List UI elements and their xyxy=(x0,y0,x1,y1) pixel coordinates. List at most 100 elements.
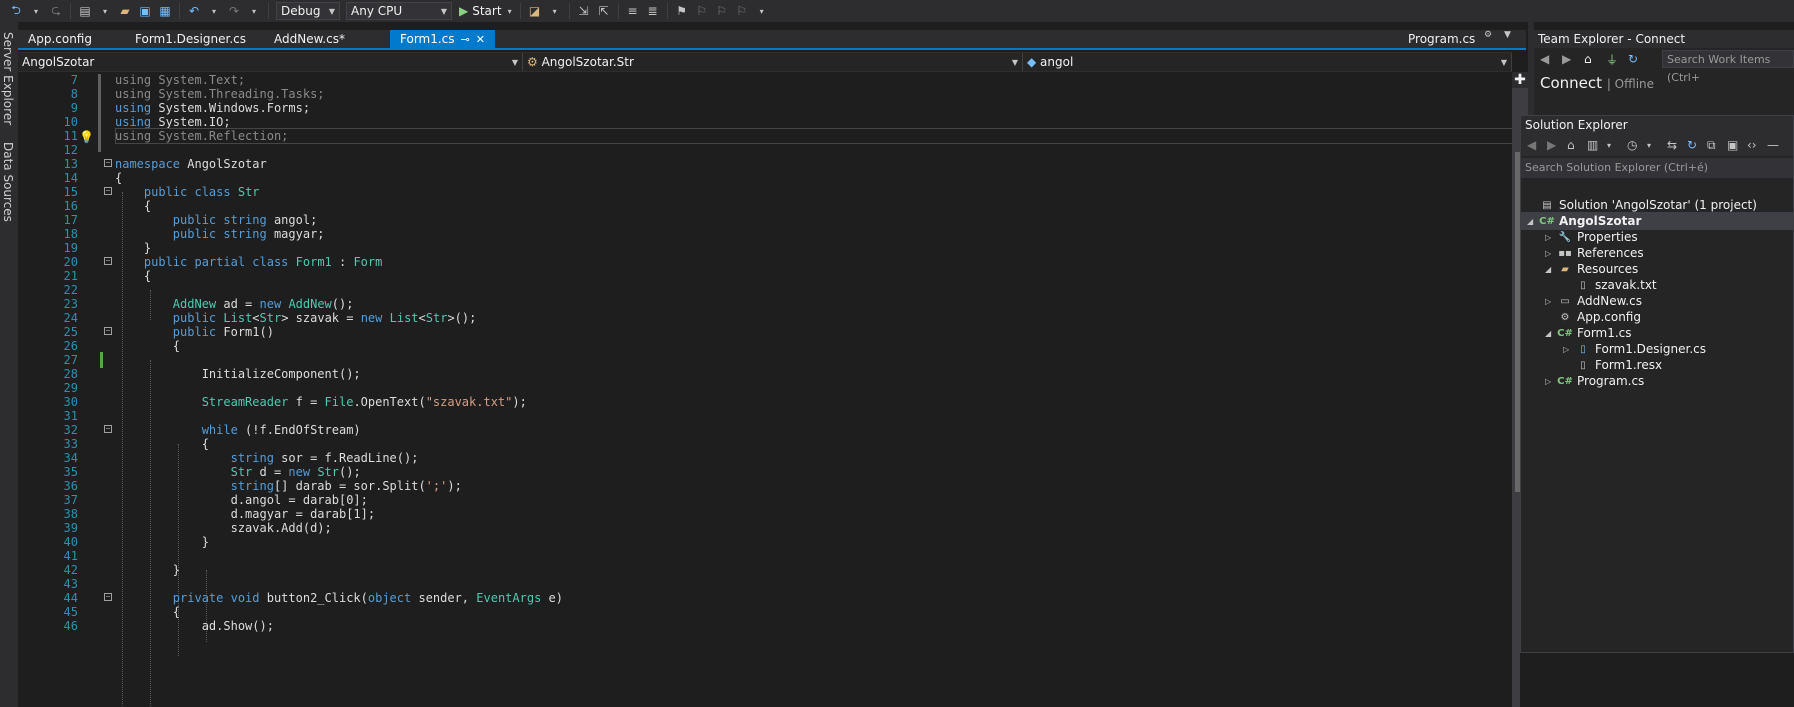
code-editor[interactable]: 7 using System.Text; 8 using System.Threadi… xyxy=(18,72,1512,707)
project-nav-select[interactable]: AngolSzotar ▼ xyxy=(18,53,523,71)
switch-views-icon[interactable]: ▥ xyxy=(1587,138,1601,152)
collapse-icon[interactable]: − xyxy=(104,187,112,195)
expanded-icon[interactable]: ◢ xyxy=(1527,217,1539,226)
line-number: 46 xyxy=(63,619,78,633)
code-token: using xyxy=(115,101,152,115)
undo-icon[interactable]: ↶ xyxy=(186,3,202,19)
new-project-dropdown-icon[interactable]: ▾ xyxy=(97,3,113,19)
class-nav-select[interactable]: ⚙ AngolSzotar.Str ▼ xyxy=(523,53,1023,71)
collapse-all-icon[interactable]: ⧉ xyxy=(1707,138,1721,153)
csharp-file-icon: C# xyxy=(1557,327,1573,339)
switch-views-dropdown-icon[interactable]: ▾ xyxy=(1607,141,1621,150)
uncomment-icon[interactable]: ≣ xyxy=(645,3,661,19)
refresh-icon[interactable]: ↻ xyxy=(1628,52,1644,66)
expanded-icon[interactable]: ◢ xyxy=(1545,329,1557,338)
collapsed-icon[interactable]: ▷ xyxy=(1545,377,1557,386)
folder-icon: ▰ xyxy=(1561,263,1569,275)
bookmark-icon[interactable]: ⚑ xyxy=(674,3,690,19)
collapse-icon[interactable]: − xyxy=(104,327,112,335)
step-over-icon[interactable]: ⇱ xyxy=(596,3,612,19)
collapse-icon[interactable]: − xyxy=(104,159,112,167)
form-icon: ▭ xyxy=(1560,295,1570,307)
undo-dropdown-icon[interactable]: ▾ xyxy=(206,3,222,19)
code-token: { xyxy=(115,437,209,451)
collapsed-icon[interactable]: ▷ xyxy=(1545,249,1557,258)
forward-icon[interactable]: ▶ xyxy=(1547,138,1561,152)
home-icon[interactable]: ⌂ xyxy=(1567,138,1581,152)
solution-explorer-panel: Solution Explorer ◀ ▶ ⌂ ▥ ▾ ◷ ▾ ⇆ ↻ ⧉ ▣ … xyxy=(1520,115,1794,653)
prev-bookmark-icon[interactable]: ⚐ xyxy=(694,3,710,19)
back-icon[interactable]: ◀ xyxy=(1540,52,1556,66)
configuration-select[interactable]: Debug ▼ xyxy=(276,2,340,20)
next-bookmark-icon[interactable]: ⚐ xyxy=(714,3,730,19)
forward-icon[interactable]: ▶ xyxy=(1562,52,1578,66)
redo-icon[interactable]: ↷ xyxy=(226,3,242,19)
browser-link-icon[interactable]: ◪ xyxy=(527,3,543,19)
tree-item[interactable]: ▷ C# Program.cs xyxy=(1545,372,1644,390)
save-icon[interactable]: ▣ xyxy=(137,3,153,19)
work-items-search-input[interactable]: Search Work Items (Ctrl+ xyxy=(1662,50,1794,84)
code-token: System.IO; xyxy=(151,115,231,129)
code-token: Form1() xyxy=(216,325,274,339)
class-icon: ⚙ xyxy=(527,55,542,69)
home-icon[interactable]: ⌂ xyxy=(1584,52,1600,66)
pin-icon[interactable]: ⊸ xyxy=(461,33,470,46)
collapse-icon[interactable]: − xyxy=(104,425,112,433)
pending-changes-icon[interactable]: ◷ xyxy=(1627,138,1641,152)
redo-dropdown-icon[interactable]: ▾ xyxy=(246,3,262,19)
close-icon[interactable]: ✕ xyxy=(476,33,485,46)
data-sources-tab[interactable]: Data Sources xyxy=(1,142,15,222)
left-tool-strip: Server Explorer Data Sources xyxy=(0,22,18,707)
member-nav-value: angol xyxy=(1040,55,1074,69)
tab-label: Form1.cs xyxy=(400,32,455,46)
collapse-icon[interactable]: − xyxy=(104,593,112,601)
open-file-icon[interactable]: ▰ xyxy=(117,3,133,19)
code-token: ';' xyxy=(425,479,448,493)
solution-search-input[interactable]: Search Solution Explorer (Ctrl+é) xyxy=(1521,158,1793,178)
pending-changes-dropdown-icon[interactable]: ▾ xyxy=(1647,141,1661,150)
comment-icon[interactable]: ≡ xyxy=(625,3,641,19)
collapsed-icon[interactable]: ▷ xyxy=(1563,345,1575,354)
plug-icon[interactable]: ⏚ xyxy=(1606,51,1622,68)
server-explorer-tab[interactable]: Server Explorer xyxy=(1,32,15,125)
code-token: < xyxy=(252,311,260,325)
view-code-icon[interactable]: ‹› xyxy=(1747,138,1761,152)
collapsed-icon[interactable]: ▷ xyxy=(1545,233,1557,242)
toolbar-overflow-icon[interactable]: ▾ xyxy=(754,3,770,19)
tab-form1[interactable]: Form1.cs ⊸ ✕ xyxy=(390,30,495,48)
tab-program[interactable]: Program.cs xyxy=(1398,30,1485,48)
new-project-icon[interactable]: ▤ xyxy=(77,3,93,19)
show-all-files-icon[interactable]: ▣ xyxy=(1727,138,1741,152)
back-icon[interactable]: ◀ xyxy=(1527,138,1541,152)
forward-icon[interactable]: ⮎ xyxy=(48,3,64,19)
tab-app-config[interactable]: App.config xyxy=(18,30,102,48)
code-line[interactable]: 46 ad.Show(); xyxy=(18,618,1512,634)
clear-bookmarks-icon[interactable]: ⚐ xyxy=(734,3,750,19)
properties-icon[interactable]: — xyxy=(1767,138,1781,152)
step-into-icon[interactable]: ⇲ xyxy=(576,3,592,19)
tree-item-label: AddNew.cs xyxy=(1577,294,1642,308)
collapse-icon[interactable]: − xyxy=(104,257,112,265)
member-nav-select[interactable]: ◆ angol ▼ xyxy=(1023,53,1512,71)
sync-icon[interactable]: ⇆ xyxy=(1667,138,1681,152)
start-button[interactable]: ▶ Start ▾ xyxy=(459,4,512,18)
split-editor-icon[interactable]: ✚ xyxy=(1512,72,1528,88)
platform-select[interactable]: Any CPU ▼ xyxy=(346,2,452,20)
tab-addnew[interactable]: AddNew.cs* xyxy=(264,30,355,48)
refresh-icon[interactable]: ↻ xyxy=(1687,138,1701,152)
back-dropdown-icon[interactable]: ▾ xyxy=(28,3,44,19)
tab-form1-designer[interactable]: Form1.Designer.cs xyxy=(125,30,256,48)
expanded-icon[interactable]: ◢ xyxy=(1545,265,1557,274)
csharp-project-icon: C# xyxy=(1539,215,1555,227)
tab-settings-icon[interactable]: ⚙ xyxy=(1484,30,1492,40)
code-token: : xyxy=(331,255,354,269)
code-token: Str xyxy=(259,311,282,325)
back-icon[interactable]: ⮌ xyxy=(8,3,24,19)
tab-list-dropdown-icon[interactable]: ▼ xyxy=(1504,30,1511,40)
browser-link-dropdown-icon[interactable]: ▾ xyxy=(547,3,563,19)
save-all-icon[interactable]: ▦ xyxy=(157,3,173,19)
play-icon: ▶ xyxy=(459,4,469,18)
code-token: InitializeComponent(); xyxy=(115,367,361,381)
code-token: { xyxy=(115,199,152,213)
collapsed-icon[interactable]: ▷ xyxy=(1545,297,1557,306)
